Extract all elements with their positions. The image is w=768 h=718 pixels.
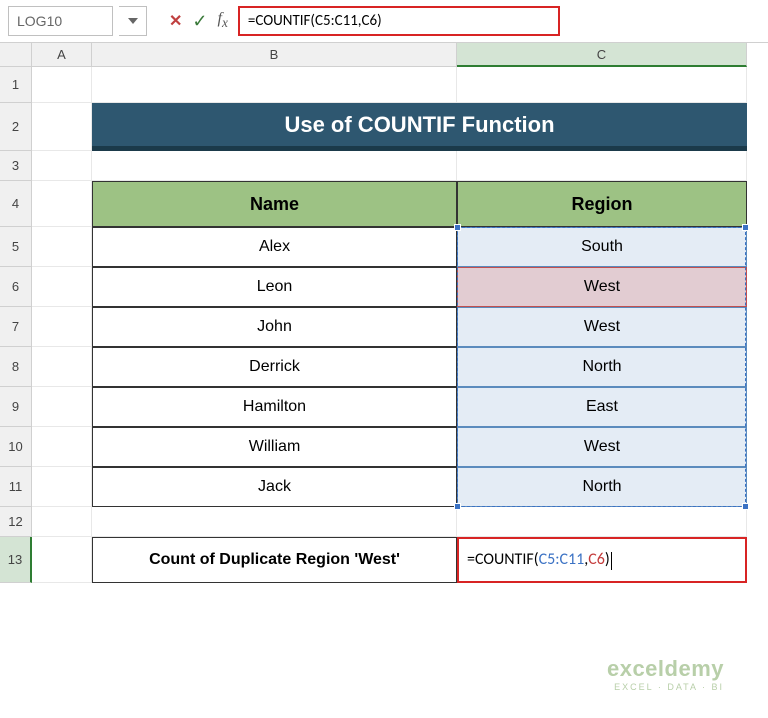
row-header-10[interactable]: 10 xyxy=(0,427,32,467)
name-box[interactable]: LOG10 xyxy=(8,6,113,36)
row-header-5[interactable]: 5 xyxy=(0,227,32,267)
select-all-corner[interactable] xyxy=(0,43,32,67)
formula-cell-c13[interactable]: =COUNTIF(C5:C11,C6) xyxy=(457,537,747,583)
chevron-down-icon xyxy=(128,18,138,24)
col-header-a[interactable]: A xyxy=(32,43,92,67)
header-name: Name xyxy=(92,181,457,227)
cell-name[interactable]: Hamilton xyxy=(92,387,457,427)
formula-input-text: =COUNTIF(C5:C11,C6) xyxy=(248,12,382,30)
col-header-b[interactable]: B xyxy=(92,43,457,67)
formula-input[interactable]: =COUNTIF(C5:C11,C6) xyxy=(238,6,560,36)
cell-region[interactable]: North xyxy=(457,347,747,387)
page-title: Use of COUNTIF Function xyxy=(92,103,747,151)
fx-icon[interactable]: fx xyxy=(218,10,228,31)
cell-name[interactable]: William xyxy=(92,427,457,467)
row-header-9[interactable]: 9 xyxy=(0,387,32,427)
cell-region[interactable]: South xyxy=(457,227,747,267)
confirm-icon[interactable]: ✓ xyxy=(192,11,207,32)
row-header-3[interactable]: 3 xyxy=(0,151,32,181)
cancel-icon[interactable]: ✕ xyxy=(169,11,182,31)
formula-bar: LOG10 ✕ ✓ fx =COUNTIF(C5:C11,C6) xyxy=(0,0,768,43)
name-box-value: LOG10 xyxy=(17,13,62,29)
row-header-12[interactable]: 12 xyxy=(0,507,32,537)
formula-display: =COUNTIF(C5:C11,C6) xyxy=(467,550,612,569)
row-header-7[interactable]: 7 xyxy=(0,307,32,347)
spreadsheet-grid[interactable]: A B C 1 2 Use of COUNTIF Function 3 4 Na… xyxy=(0,43,768,583)
cell-name[interactable]: Jack xyxy=(92,467,457,507)
cell-name[interactable]: Leon xyxy=(92,267,457,307)
cell-region[interactable]: East xyxy=(457,387,747,427)
cell-region[interactable]: West xyxy=(457,267,747,307)
cell-name[interactable]: John xyxy=(92,307,457,347)
row-header-2[interactable]: 2 xyxy=(0,103,32,151)
col-header-c[interactable]: C xyxy=(457,43,747,67)
row-header-1[interactable]: 1 xyxy=(0,67,32,103)
cell-region[interactable]: West xyxy=(457,307,747,347)
row-header-8[interactable]: 8 xyxy=(0,347,32,387)
cell-name[interactable]: Derrick xyxy=(92,347,457,387)
cell-region[interactable]: North xyxy=(457,467,747,507)
count-label: Count of Duplicate Region 'West' xyxy=(92,537,457,583)
row-header-13[interactable]: 13 xyxy=(0,537,32,583)
cell-region[interactable]: West xyxy=(457,427,747,467)
row-header-6[interactable]: 6 xyxy=(0,267,32,307)
row-header-11[interactable]: 11 xyxy=(0,467,32,507)
watermark: exceldemy EXCEL · DATA · BI xyxy=(607,656,724,692)
header-region: Region xyxy=(457,181,747,227)
cell-name[interactable]: Alex xyxy=(92,227,457,267)
name-box-dropdown[interactable] xyxy=(119,6,147,36)
row-header-4[interactable]: 4 xyxy=(0,181,32,227)
